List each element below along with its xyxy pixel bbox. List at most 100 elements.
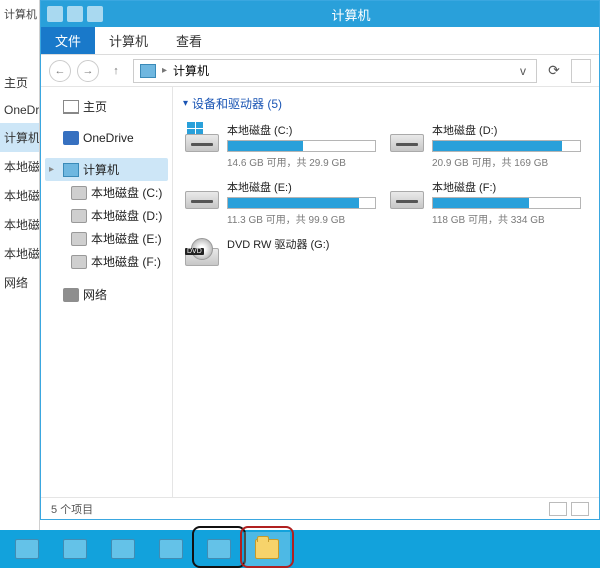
ribbon-tabs: 文件 计算机 查看 (41, 27, 599, 55)
app-icon (63, 539, 87, 559)
view-details-button[interactable] (549, 502, 567, 516)
title-bar[interactable]: 计算机 (41, 1, 599, 27)
app-icon (111, 539, 135, 559)
tree-network-label: 网络 (83, 286, 107, 303)
group-header-label: 设备和驱动器 (5) (192, 95, 282, 112)
hard-drive-icon (185, 122, 219, 152)
up-icon: ↑ (113, 65, 119, 77)
drive-name: DVD RW 驱动器 (G:) (227, 236, 376, 252)
quick-access-toolbar (47, 6, 103, 22)
drives-grid: 本地磁盘 (C:) 14.6 GB 可用，共 29.9 GB 本地磁盘 (D:)20… (183, 120, 589, 268)
qat-icon-3[interactable] (87, 6, 103, 22)
search-box[interactable] (571, 59, 591, 83)
tree-drive-c[interactable]: 本地磁盘 (C:) (67, 181, 168, 204)
window-body: 主页 OneDrive ▸ 计算机 本地磁盘 (C:) 本地磁盘 (D:) 本地… (41, 87, 599, 497)
qat-icon-2[interactable] (67, 6, 83, 22)
tree-computer-label: 计算机 (83, 161, 119, 178)
tree-drive-e[interactable]: 本地磁盘 (E:) (67, 227, 168, 250)
home-icon (63, 100, 79, 114)
drive-usage-bar (227, 197, 376, 209)
back-icon: ← (55, 65, 66, 77)
taskbar-button-1[interactable] (4, 532, 50, 566)
tree-drive-label: 本地磁盘 (F:) (91, 253, 161, 270)
bg-tree-drive-f[interactable]: 本地磁 (0, 239, 39, 268)
refresh-icon: ⟳ (548, 62, 560, 79)
background-window-tree: 计算机 主页 OneDrive 计算机 本地磁 本地磁 本地磁 本地磁 网络 (0, 0, 40, 530)
taskbar (0, 530, 600, 568)
onedrive-icon (63, 131, 79, 145)
forward-button[interactable]: → (77, 60, 99, 82)
drive-space-text: 118 GB 可用，共 334 GB (432, 211, 581, 226)
qat-icon-1[interactable] (47, 6, 63, 22)
tree-drive-label: 本地磁盘 (D:) (91, 207, 162, 224)
breadcrumb-location[interactable]: 计算机 (173, 62, 209, 79)
refresh-button[interactable]: ⟳ (543, 60, 565, 82)
tree-drive-label: 本地磁盘 (E:) (91, 230, 162, 247)
bg-tree-onedrive[interactable]: OneDrive (0, 97, 39, 123)
explorer-window: 计算机 文件 计算机 查看 ← → ↑ ▸ 计算机 v ⟳ 主页 (40, 0, 600, 520)
hard-drive-icon (390, 122, 424, 152)
drive-name: 本地磁盘 (D:) (432, 122, 581, 138)
back-button[interactable]: ← (49, 60, 71, 82)
drive-space-text: 14.6 GB 可用，共 29.9 GB (227, 154, 376, 169)
hard-drive-icon (185, 179, 219, 209)
tree-drive-label: 本地磁盘 (C:) (91, 184, 162, 201)
view-icons-button[interactable] (571, 502, 589, 516)
bg-tree-home[interactable]: 主页 (0, 68, 39, 97)
tree-computer[interactable]: ▸ 计算机 (45, 158, 168, 181)
drive-usage-bar (432, 140, 581, 152)
address-bar[interactable]: ▸ 计算机 v (133, 59, 537, 83)
computer-icon (63, 163, 79, 177)
tab-view[interactable]: 查看 (162, 27, 216, 54)
drive-icon (71, 255, 87, 269)
network-icon (63, 288, 79, 302)
drive-name: 本地磁盘 (E:) (227, 179, 376, 195)
tree-drive-d[interactable]: 本地磁盘 (D:) (67, 204, 168, 227)
group-header-devices[interactable]: ▾ 设备和驱动器 (5) (183, 95, 589, 112)
bg-tree-drive-c[interactable]: 本地磁 (0, 152, 39, 181)
window-title: 计算机 (109, 5, 593, 24)
drive-icon (71, 186, 87, 200)
drive-name: 本地磁盘 (C:) (227, 122, 376, 138)
computer-icon (140, 64, 156, 78)
taskbar-button-2[interactable] (52, 532, 98, 566)
folder-icon (255, 539, 279, 559)
drive-tile[interactable]: 本地磁盘 (D:)20.9 GB 可用，共 169 GB (388, 120, 583, 171)
drive-tile[interactable]: 本地磁盘 (C:) 14.6 GB 可用，共 29.9 GB (183, 120, 378, 171)
taskbar-button-explorer[interactable] (244, 532, 290, 566)
app-icon (15, 539, 39, 559)
taskbar-button-5[interactable] (196, 532, 242, 566)
tab-file[interactable]: 文件 (41, 27, 95, 54)
dvd-drive-icon: DVD (185, 236, 219, 266)
tree-network[interactable]: 网络 (45, 283, 168, 306)
up-button[interactable]: ↑ (105, 60, 127, 82)
tree-home[interactable]: 主页 (45, 95, 168, 118)
address-dropdown-button[interactable]: v (516, 64, 530, 78)
chevron-down-icon: ▾ (183, 98, 188, 109)
app-icon (159, 539, 183, 559)
tree-drive-f[interactable]: 本地磁盘 (F:) (67, 250, 168, 273)
expand-icon[interactable]: ▸ (49, 164, 59, 175)
drive-tile[interactable]: 本地磁盘 (E:)11.3 GB 可用，共 99.9 GB (183, 177, 378, 228)
drive-usage-bar (432, 197, 581, 209)
breadcrumb-sep-icon: ▸ (162, 65, 167, 76)
tree-home-label: 主页 (83, 98, 107, 115)
tree-onedrive[interactable]: OneDrive (45, 128, 168, 148)
drive-name: 本地磁盘 (F:) (432, 179, 581, 195)
drive-tile[interactable]: 本地磁盘 (F:) 118 GB 可用，共 334 GB (388, 177, 583, 228)
bg-tree-drive-d[interactable]: 本地磁 (0, 181, 39, 210)
navigation-row: ← → ↑ ▸ 计算机 v ⟳ (41, 55, 599, 87)
taskbar-button-4[interactable] (148, 532, 194, 566)
drive-usage-bar (227, 140, 376, 152)
bg-tree-computer[interactable]: 计算机 (0, 123, 39, 152)
bg-tree-drive-e[interactable]: 本地磁 (0, 210, 39, 239)
bg-window-title: 计算机 (0, 0, 39, 28)
status-bar: 5 个项目 (41, 497, 599, 519)
optical-drive-tile[interactable]: DVD DVD RW 驱动器 (G:) (183, 234, 378, 268)
drive-icon (71, 209, 87, 223)
hard-drive-icon (390, 179, 424, 209)
tab-computer[interactable]: 计算机 (95, 27, 162, 54)
taskbar-button-3[interactable] (100, 532, 146, 566)
app-icon (207, 539, 231, 559)
bg-tree-network[interactable]: 网络 (0, 268, 39, 297)
